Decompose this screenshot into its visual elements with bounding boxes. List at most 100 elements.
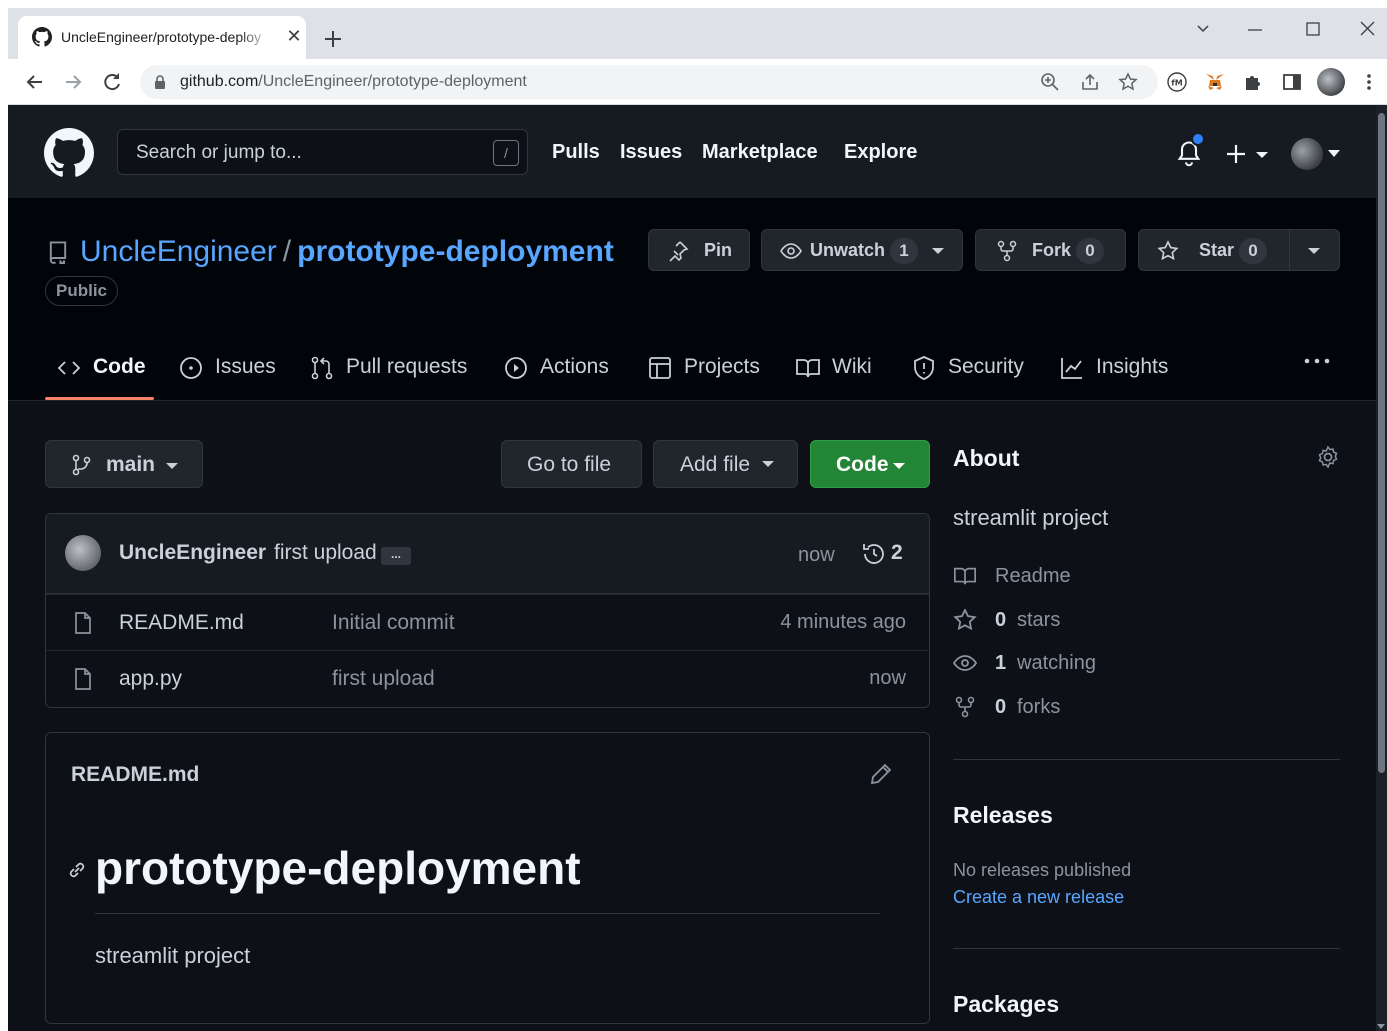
zoom-icon[interactable] bbox=[1040, 72, 1060, 92]
pull-request-icon bbox=[311, 356, 333, 380]
fork-icon bbox=[997, 240, 1017, 262]
about-stars-label: stars bbox=[1017, 609, 1061, 631]
packages-heading[interactable]: Packages bbox=[953, 991, 1059, 1018]
fork-icon bbox=[955, 696, 975, 718]
sidebar-divider bbox=[953, 948, 1340, 949]
pin-button[interactable]: Pin bbox=[648, 229, 750, 271]
new-tab-icon[interactable] bbox=[320, 26, 346, 52]
repo-name-link[interactable]: prototype-deployment bbox=[297, 235, 614, 268]
browser-tab[interactable]: UncleEngineer/prototype-deploy ✕ bbox=[18, 16, 306, 59]
github-search-input[interactable]: Search or jump to... / bbox=[117, 129, 528, 175]
metamask-icon[interactable] bbox=[1204, 71, 1226, 93]
go-to-file-label: Go to file bbox=[527, 453, 612, 476]
file-list: UncleEngineer first upload ... now 2 REA… bbox=[45, 513, 930, 708]
url-text[interactable]: github.com/UncleEngineer/prototype-deplo… bbox=[180, 73, 527, 91]
readme-divider bbox=[95, 913, 880, 914]
add-file-button[interactable]: Add file bbox=[653, 440, 798, 488]
about-stars-count: 0 bbox=[995, 609, 1007, 631]
page-scrollbar[interactable] bbox=[1376, 105, 1387, 1031]
reload-icon[interactable] bbox=[99, 69, 125, 95]
branch-icon bbox=[72, 454, 91, 476]
readme-filename[interactable]: README.md bbox=[71, 763, 199, 787]
puzzle-icon[interactable] bbox=[1242, 71, 1264, 93]
tab-close-icon[interactable]: ✕ bbox=[284, 26, 304, 46]
commit-expand-button[interactable]: ... bbox=[381, 547, 411, 565]
commit-time[interactable]: now bbox=[798, 544, 835, 567]
watch-count: 1 bbox=[890, 238, 918, 264]
pin-label: Pin bbox=[704, 240, 733, 260]
create-new-icon[interactable] bbox=[1226, 143, 1270, 165]
file-commit-message[interactable]: first upload bbox=[332, 667, 435, 691]
profile-avatar[interactable] bbox=[1317, 68, 1345, 96]
about-readme-label: Readme bbox=[995, 565, 1071, 587]
star-button[interactable]: Star 0 bbox=[1138, 229, 1340, 271]
code-dropdown-button[interactable]: Code bbox=[810, 440, 930, 488]
gear-icon[interactable] bbox=[1316, 445, 1340, 469]
pencil-icon[interactable] bbox=[869, 762, 893, 786]
file-icon bbox=[75, 612, 91, 634]
nav-explore[interactable]: Explore bbox=[844, 141, 917, 164]
back-icon[interactable] bbox=[22, 69, 48, 95]
commit-count[interactable]: 2 bbox=[891, 541, 903, 565]
fork-button[interactable]: Fork 0 bbox=[975, 229, 1126, 271]
star-label: Star bbox=[1199, 240, 1235, 260]
history-icon[interactable] bbox=[861, 541, 887, 567]
about-stars-link[interactable]: 0 stars bbox=[953, 605, 1333, 635]
commit-author[interactable]: UncleEngineer bbox=[119, 541, 266, 565]
github-logo-icon[interactable] bbox=[44, 128, 94, 178]
m-extension-icon[interactable]: fM bbox=[1166, 71, 1188, 93]
scroll-down-arrow-icon[interactable] bbox=[1377, 1024, 1385, 1029]
releases-heading[interactable]: Releases bbox=[953, 802, 1053, 829]
star-dropdown-chevron-icon[interactable] bbox=[1308, 248, 1320, 254]
about-forks-count: 0 bbox=[995, 696, 1007, 718]
more-tabs-icon[interactable] bbox=[1302, 351, 1332, 371]
tab-pull-requests-label: Pull requests bbox=[346, 355, 468, 378]
book-icon bbox=[796, 359, 820, 378]
scrollbar-thumb[interactable] bbox=[1378, 113, 1385, 773]
browser-window: UncleEngineer/prototype-deploy ✕ github.… bbox=[8, 8, 1387, 1031]
minimize-icon[interactable] bbox=[1242, 18, 1268, 40]
about-description: streamlit project bbox=[953, 505, 1109, 530]
address-bar[interactable]: github.com/UncleEngineer/prototype-deplo… bbox=[140, 65, 1158, 99]
file-row[interactable]: README.md Initial commit 4 minutes ago bbox=[46, 594, 929, 650]
maximize-icon[interactable] bbox=[1300, 18, 1326, 40]
user-avatar[interactable] bbox=[1291, 138, 1323, 170]
code-button-label: Code bbox=[836, 453, 889, 476]
share-icon[interactable] bbox=[1080, 72, 1100, 92]
search-shortcut-key: / bbox=[493, 140, 519, 166]
about-readme-link[interactable]: Readme bbox=[953, 561, 1333, 591]
file-time: now bbox=[869, 667, 906, 689]
commit-author-avatar[interactable] bbox=[65, 535, 101, 571]
link-icon[interactable] bbox=[66, 859, 88, 881]
readme-paragraph: streamlit project bbox=[95, 943, 251, 968]
file-name[interactable]: README.md bbox=[119, 611, 244, 635]
tab-search-icon[interactable] bbox=[1190, 18, 1216, 40]
tab-projects-label: Projects bbox=[684, 355, 760, 378]
sidepanel-icon[interactable] bbox=[1281, 71, 1303, 93]
forward-icon[interactable] bbox=[60, 69, 86, 95]
repo-owner-link[interactable]: UncleEngineer bbox=[80, 235, 277, 268]
repo-icon bbox=[49, 241, 67, 264]
go-to-file-button[interactable]: Go to file bbox=[501, 440, 642, 488]
close-window-icon[interactable] bbox=[1354, 18, 1380, 40]
nav-issues[interactable]: Issues bbox=[620, 141, 682, 164]
star-count: 0 bbox=[1239, 238, 1267, 264]
bookmark-star-icon[interactable] bbox=[1118, 72, 1138, 92]
commit-message[interactable]: first upload bbox=[274, 541, 377, 565]
menu-icon[interactable] bbox=[1358, 71, 1380, 93]
about-forks-link[interactable]: 0 forks bbox=[953, 692, 1333, 722]
file-commit-message[interactable]: Initial commit bbox=[332, 611, 455, 635]
table-icon bbox=[649, 357, 671, 379]
branch-selector-button[interactable]: main bbox=[45, 440, 203, 488]
unwatch-button[interactable]: Unwatch 1 bbox=[761, 229, 963, 271]
file-name[interactable]: app.py bbox=[119, 667, 182, 691]
file-row[interactable]: app.py first upload now bbox=[46, 650, 929, 706]
about-watching-link[interactable]: 1 watching bbox=[953, 648, 1333, 678]
github-page: Search or jump to... / Pulls Issues Mark… bbox=[8, 105, 1387, 1031]
nav-pulls[interactable]: Pulls bbox=[552, 141, 600, 164]
create-release-link[interactable]: Create a new release bbox=[953, 887, 1124, 908]
chevron-down-icon bbox=[762, 461, 774, 467]
lock-icon[interactable] bbox=[154, 75, 166, 89]
nav-marketplace[interactable]: Marketplace bbox=[702, 141, 818, 164]
chevron-down-icon[interactable] bbox=[1328, 150, 1340, 157]
